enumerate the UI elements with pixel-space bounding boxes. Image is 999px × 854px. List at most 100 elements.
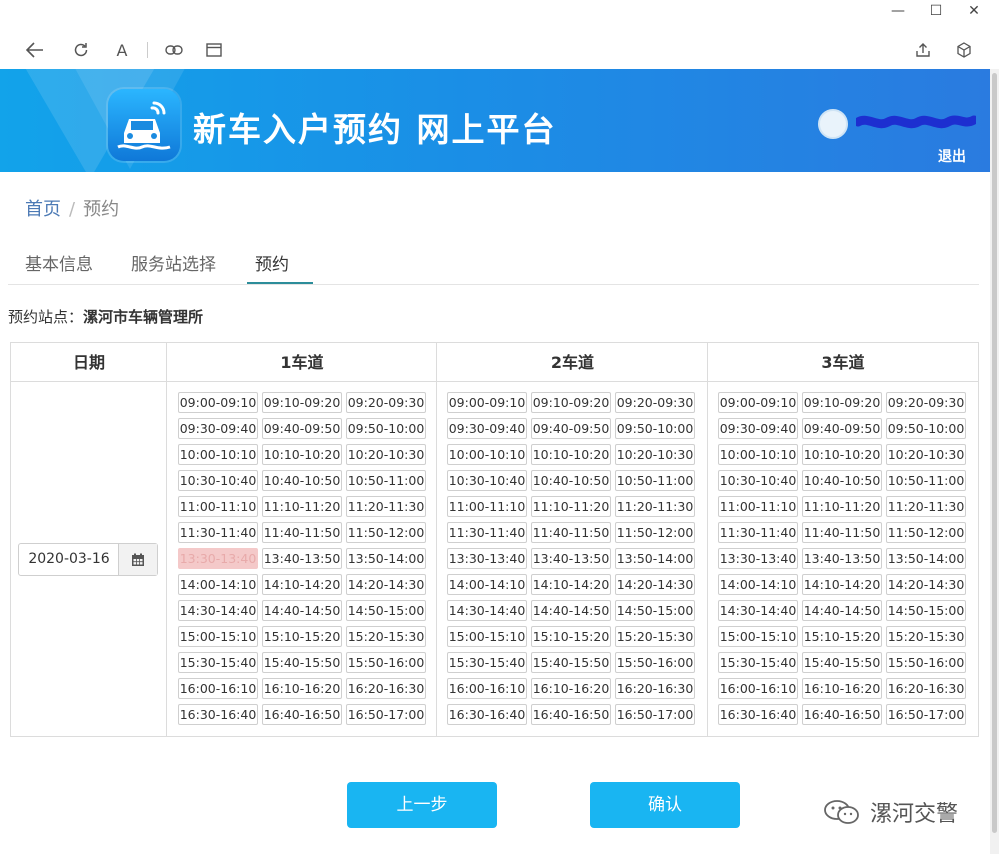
tab-basic-info[interactable]: 基本信息 [25,250,93,275]
time-slot-button[interactable]: 14:00-14:10 [718,574,798,595]
scrollbar-thumb[interactable] [992,73,997,833]
time-slot-button[interactable]: 15:30-15:40 [447,652,527,673]
time-slot-button[interactable]: 13:30-13:40 [718,548,798,569]
time-slot-button[interactable]: 14:50-15:00 [615,600,695,621]
time-slot-button[interactable]: 15:30-15:40 [178,652,258,673]
time-slot-button[interactable]: 11:00-11:10 [178,496,258,517]
time-slot-button[interactable]: 09:00-09:10 [718,392,798,413]
time-slot-button[interactable]: 09:20-09:30 [615,392,695,413]
time-slot-button[interactable]: 10:50-11:00 [615,470,695,491]
time-slot-button[interactable]: 11:10-11:20 [802,496,882,517]
time-slot-button[interactable]: 16:00-16:10 [447,678,527,699]
time-slot-button[interactable]: 16:50-17:00 [615,704,695,725]
time-slot-button[interactable]: 15:00-15:10 [447,626,527,647]
time-slot-button[interactable]: 10:40-10:50 [802,470,882,491]
time-slot-button[interactable]: 09:40-09:50 [531,418,611,439]
time-slot-button[interactable]: 10:40-10:50 [531,470,611,491]
time-slot-button[interactable]: 14:50-15:00 [346,600,426,621]
time-slot-button[interactable]: 10:10-10:20 [262,444,342,465]
time-slot-button[interactable]: 14:30-14:40 [718,600,798,621]
time-slot-button[interactable]: 14:40-14:50 [531,600,611,621]
time-slot-button[interactable]: 09:10-09:20 [531,392,611,413]
time-slot-button[interactable]: 16:30-16:40 [178,704,258,725]
time-slot-button[interactable]: 14:20-14:30 [346,574,426,595]
time-slot-button[interactable]: 11:30-11:40 [718,522,798,543]
time-slot-button[interactable]: 16:20-16:30 [886,678,966,699]
time-slot-button[interactable]: 11:30-11:40 [447,522,527,543]
time-slot-button[interactable]: 14:30-14:40 [178,600,258,621]
time-slot-button[interactable]: 11:40-11:50 [802,522,882,543]
time-slot-button[interactable]: 15:00-15:10 [718,626,798,647]
time-slot-button[interactable]: 14:10-14:20 [802,574,882,595]
time-slot-button[interactable]: 14:20-14:30 [886,574,966,595]
time-slot-button[interactable]: 14:10-14:20 [262,574,342,595]
time-slot-button[interactable]: 09:30-09:40 [447,418,527,439]
time-slot-button[interactable]: 10:20-10:30 [346,444,426,465]
confirm-button[interactable]: 确认 [590,782,740,828]
time-slot-button[interactable]: 09:00-09:10 [178,392,258,413]
time-slot-button[interactable]: 16:10-16:20 [262,678,342,699]
time-slot-button[interactable]: 11:50-12:00 [615,522,695,543]
time-slot-button[interactable]: 09:00-09:10 [447,392,527,413]
calendar-button[interactable] [118,544,157,575]
time-slot-button[interactable]: 16:40-16:50 [262,704,342,725]
time-slot-button[interactable]: 15:20-15:30 [615,626,695,647]
time-slot-button[interactable]: 16:30-16:40 [718,704,798,725]
time-slot-button[interactable]: 15:40-15:50 [262,652,342,673]
logout-link[interactable]: 退出 [938,146,966,166]
time-slot-button[interactable]: 11:20-11:30 [886,496,966,517]
date-picker[interactable]: 2020-03-16 [18,543,158,576]
time-slot-button[interactable]: 15:20-15:30 [346,626,426,647]
time-slot-button[interactable]: 11:40-11:50 [531,522,611,543]
time-slot-button[interactable]: 14:50-15:00 [886,600,966,621]
time-slot-button[interactable]: 10:30-10:40 [718,470,798,491]
vertical-scrollbar[interactable] [990,69,999,854]
breadcrumb-home[interactable]: 首页 [25,199,61,220]
time-slot-button[interactable]: 15:30-15:40 [718,652,798,673]
time-slot-button[interactable]: 15:20-15:30 [886,626,966,647]
tab-station-select[interactable]: 服务站选择 [131,250,216,275]
time-slot-button[interactable]: 09:50-10:00 [346,418,426,439]
time-slot-button[interactable]: 16:30-16:40 [447,704,527,725]
time-slot-button[interactable]: 14:20-14:30 [615,574,695,595]
window-icon[interactable] [203,39,225,61]
time-slot-button[interactable]: 16:50-17:00 [886,704,966,725]
time-slot-button[interactable]: 11:50-12:00 [886,522,966,543]
time-slot-button[interactable]: 16:20-16:30 [615,678,695,699]
maximize-icon[interactable]: ☐ [929,3,943,19]
time-slot-button[interactable]: 09:10-09:20 [262,392,342,413]
time-slot-button[interactable]: 14:00-14:10 [178,574,258,595]
date-input[interactable]: 2020-03-16 [19,544,119,575]
link-icon[interactable] [163,39,185,61]
time-slot-button[interactable]: 10:20-10:30 [886,444,966,465]
time-slot-button[interactable]: 15:40-15:50 [802,652,882,673]
time-slot-button[interactable]: 16:50-17:00 [346,704,426,725]
time-slot-button[interactable]: 14:30-14:40 [447,600,527,621]
time-slot-button[interactable]: 11:40-11:50 [262,522,342,543]
time-slot-button[interactable]: 16:20-16:30 [346,678,426,699]
time-slot-button[interactable]: 11:20-11:30 [615,496,695,517]
time-slot-button[interactable]: 10:20-10:30 [615,444,695,465]
time-slot-button[interactable]: 16:10-16:20 [802,678,882,699]
prev-step-button[interactable]: 上一步 [347,782,497,828]
time-slot-button[interactable]: 15:50-16:00 [615,652,695,673]
time-slot-button[interactable]: 13:40-13:50 [262,548,342,569]
time-slot-button[interactable]: 16:00-16:10 [178,678,258,699]
time-slot-button[interactable]: 16:40-16:50 [531,704,611,725]
time-slot-button[interactable]: 15:40-15:50 [531,652,611,673]
time-slot-button[interactable]: 15:10-15:20 [262,626,342,647]
time-slot-button[interactable]: 09:40-09:50 [802,418,882,439]
time-slot-button[interactable]: 16:40-16:50 [802,704,882,725]
time-slot-button[interactable]: 09:50-10:00 [615,418,695,439]
time-slot-button[interactable]: 09:50-10:00 [886,418,966,439]
time-slot-button[interactable]: 13:50-14:00 [346,548,426,569]
cube-icon[interactable] [953,39,975,61]
user-avatar[interactable] [818,109,848,139]
refresh-icon[interactable] [70,39,92,61]
time-slot-button[interactable]: 10:10-10:20 [802,444,882,465]
time-slot-button[interactable]: 15:50-16:00 [886,652,966,673]
tab-appointment[interactable]: 预约 [255,250,289,275]
time-slot-button[interactable]: 09:10-09:20 [802,392,882,413]
time-slot-button[interactable]: 13:40-13:50 [802,548,882,569]
time-slot-button[interactable]: 16:00-16:10 [718,678,798,699]
